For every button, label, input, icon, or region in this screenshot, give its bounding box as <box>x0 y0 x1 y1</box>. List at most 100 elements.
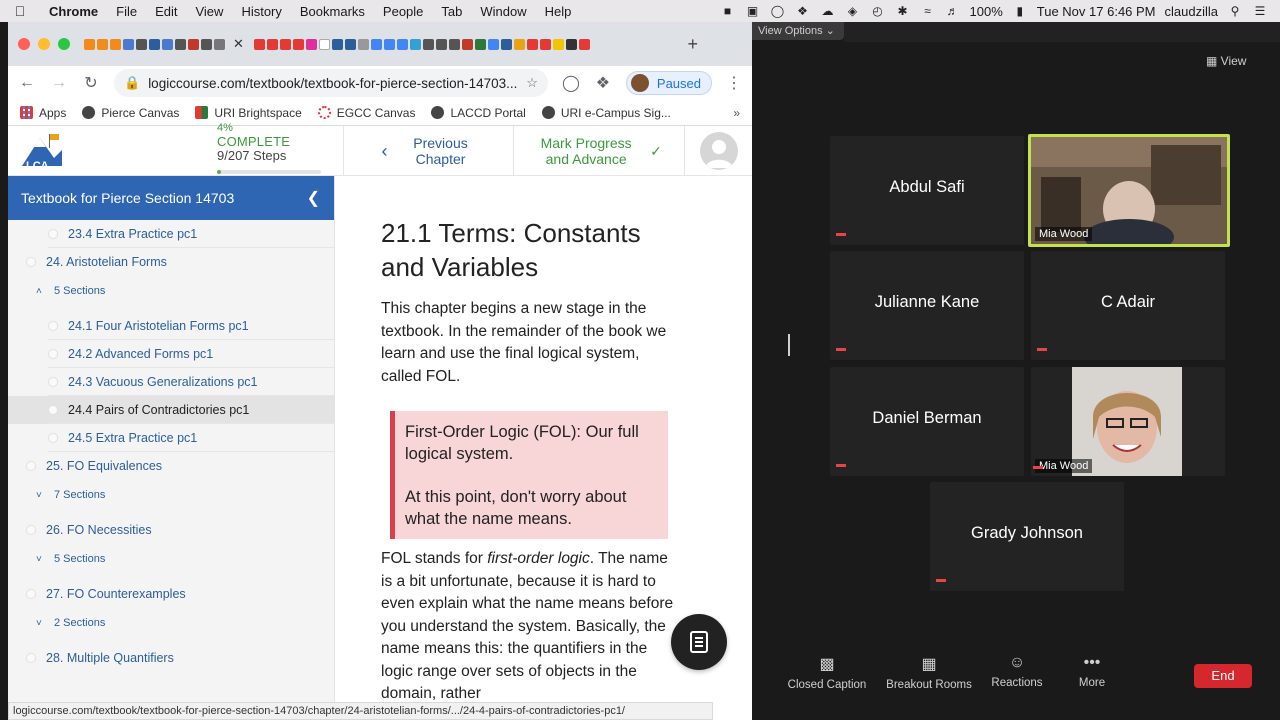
tab-favicon[interactable] <box>331 38 343 50</box>
breakout-rooms-button[interactable]: ▦ Breakout Rooms <box>882 654 976 691</box>
tab-favicon[interactable] <box>149 38 160 50</box>
menu-file[interactable]: File <box>107 4 146 19</box>
zoom-status-icon[interactable]: ■ <box>720 5 736 17</box>
sidebar-lesson-item[interactable]: 27. FO Counterexamples <box>8 580 334 608</box>
bookmark-apps[interactable]: Apps <box>20 106 66 120</box>
volume-icon[interactable]: ♬ <box>945 5 961 17</box>
menu-edit[interactable]: Edit <box>146 4 186 19</box>
sidebar-topic-item[interactable]: 23.4 Extra Practice pc1 <box>8 220 334 248</box>
minimize-window-button[interactable] <box>38 38 50 50</box>
time-machine-icon[interactable]: ◴ <box>870 5 886 17</box>
user-name[interactable]: claudzilla <box>1165 4 1218 19</box>
sidebar-topic-item[interactable]: 24.2 Advanced Forms pc1 <box>8 340 334 368</box>
zoom-window-button[interactable] <box>58 38 70 50</box>
tab-favicon[interactable] <box>409 38 421 50</box>
battery-percent[interactable]: 100% <box>970 4 1003 19</box>
collapse-sidebar-icon[interactable]: ❮ <box>307 188 320 208</box>
lock-icon[interactable]: 🔒 <box>124 75 140 91</box>
participant-video-tile[interactable]: Mia Wood <box>1028 134 1230 255</box>
tab-favicon[interactable] <box>396 38 408 50</box>
participant-tile[interactable]: Grady Johnson ▬ <box>930 482 1124 591</box>
back-arrow-icon[interactable]: ← <box>18 74 36 92</box>
tab-favicon[interactable] <box>383 38 395 50</box>
close-tab-icon[interactable]: ✕ <box>233 36 244 52</box>
sidebar-sections-toggle[interactable]: ˅ 5 Sections <box>8 546 334 572</box>
tab-favicon[interactable] <box>422 38 434 50</box>
tab-favicon[interactable] <box>175 38 186 50</box>
tab-favicon[interactable] <box>123 38 134 50</box>
notes-fab-button[interactable] <box>671 614 727 670</box>
tab-favicon[interactable] <box>357 38 369 50</box>
sidebar-sections-toggle[interactable]: ˅ 7 Sections <box>8 482 334 508</box>
battery-icon[interactable]: ▮ <box>1012 5 1028 17</box>
tab-favicon[interactable] <box>500 38 512 50</box>
bookmark-laccd-portal[interactable]: LACCD Portal <box>431 106 526 120</box>
tab-favicon[interactable] <box>110 38 121 50</box>
tab-favicon[interactable] <box>435 38 447 50</box>
lca-logo[interactable]: LCA <box>20 132 64 172</box>
tab-favicon[interactable] <box>370 38 382 50</box>
participant-tile[interactable]: Abdul Safi ▬ <box>830 136 1024 245</box>
more-button[interactable]: ••• More <box>1074 654 1110 689</box>
url-text[interactable]: logiccourse.com/textbook/textbook-for-pi… <box>148 76 518 91</box>
menu-people[interactable]: People <box>374 4 432 19</box>
participant-tile[interactable]: Julianne Kane ▬ <box>830 251 1024 360</box>
end-meeting-button[interactable]: End <box>1194 664 1252 688</box>
cloud-icon[interactable]: ☁ <box>820 5 836 17</box>
sidebar-topic-item[interactable]: 24.4 Pairs of Contradictories pc1 <box>8 396 334 424</box>
mark-progress-button[interactable]: Mark Progress and Advance ✓ <box>514 126 684 176</box>
tab-favicon[interactable] <box>565 38 577 50</box>
view-button[interactable]: ▦ View <box>1206 54 1246 68</box>
bookmark-uri-brightspace[interactable]: URI Brightspace <box>195 106 302 120</box>
tab-favicon[interactable] <box>526 38 538 50</box>
tab-favicon[interactable] <box>253 38 265 50</box>
bookmark-star-icon[interactable]: ☆ <box>526 75 538 91</box>
closed-caption-button[interactable]: ▩ Closed Caption <box>785 654 869 691</box>
tab-favicon[interactable] <box>344 38 356 50</box>
bookmarks-overflow-icon[interactable]: » <box>733 106 740 120</box>
sidebar-lesson-item[interactable]: 26. FO Necessities <box>8 516 334 544</box>
tab-favicon[interactable] <box>539 38 551 50</box>
participant-video-tile[interactable]: Mia Wood ▬ <box>1031 367 1225 476</box>
tab-favicon[interactable] <box>162 38 173 50</box>
menu-help[interactable]: Help <box>536 4 581 19</box>
tab-favicon[interactable] <box>318 38 330 50</box>
sidebar-topic-item[interactable]: 24.5 Extra Practice pc1 <box>8 424 334 452</box>
participant-tile[interactable]: Daniel Berman ▬ <box>830 367 1024 476</box>
notification-center-icon[interactable]: ☰ <box>1252 5 1268 17</box>
participant-tile[interactable]: C Adair ▬ <box>1031 251 1225 360</box>
clock[interactable]: Tue Nov 17 6:46 PM <box>1037 4 1156 19</box>
tab-favicon[interactable] <box>136 38 147 50</box>
extension-icon[interactable]: ◯ <box>562 73 580 93</box>
tab-favicon[interactable] <box>266 38 278 50</box>
bookmark-egcc-canvas[interactable]: EGCC Canvas <box>317 106 415 120</box>
forward-arrow-icon[interactable]: → <box>50 74 68 92</box>
globe-icon[interactable]: ◯ <box>770 5 786 17</box>
tab-favicon[interactable] <box>279 38 291 50</box>
menu-history[interactable]: History <box>232 4 290 19</box>
tab-favicon[interactable] <box>84 38 95 50</box>
panel-resize-handle[interactable] <box>788 334 790 356</box>
spotlight-search-icon[interactable]: ⚲ <box>1227 5 1243 17</box>
address-bar[interactable]: 🔒 logiccourse.com/textbook/textbook-for-… <box>114 69 548 97</box>
menu-app-chrome[interactable]: Chrome <box>40 4 107 19</box>
sidebar-sections-toggle[interactable]: ˄ 5 Sections <box>8 278 334 304</box>
reload-icon[interactable]: ↻ <box>82 73 100 93</box>
close-window-button[interactable] <box>18 38 30 50</box>
menu-tab[interactable]: Tab <box>432 4 471 19</box>
sidebar-topic-item[interactable]: 24.3 Vacuous Generalizations pc1 <box>8 368 334 396</box>
menu-window[interactable]: Window <box>471 4 535 19</box>
sidebar-lesson-item[interactable]: 24. Aristotelian Forms <box>8 248 334 276</box>
tab-favicon[interactable] <box>201 38 212 50</box>
dropbox-icon[interactable]: ❖ <box>795 5 811 17</box>
menu-view[interactable]: View <box>186 4 232 19</box>
profile-paused-button[interactable]: Paused <box>625 71 712 95</box>
tab-favicon[interactable] <box>552 38 564 50</box>
tab-favicon[interactable] <box>487 38 499 50</box>
vpn-icon[interactable]: ◈ <box>845 5 861 17</box>
bookmark-pierce-canvas[interactable]: Pierce Canvas <box>82 106 179 120</box>
tab-favicon[interactable] <box>474 38 486 50</box>
tab-favicon[interactable] <box>461 38 473 50</box>
tab-favicon[interactable] <box>188 38 199 50</box>
tab-favicon[interactable] <box>448 38 460 50</box>
